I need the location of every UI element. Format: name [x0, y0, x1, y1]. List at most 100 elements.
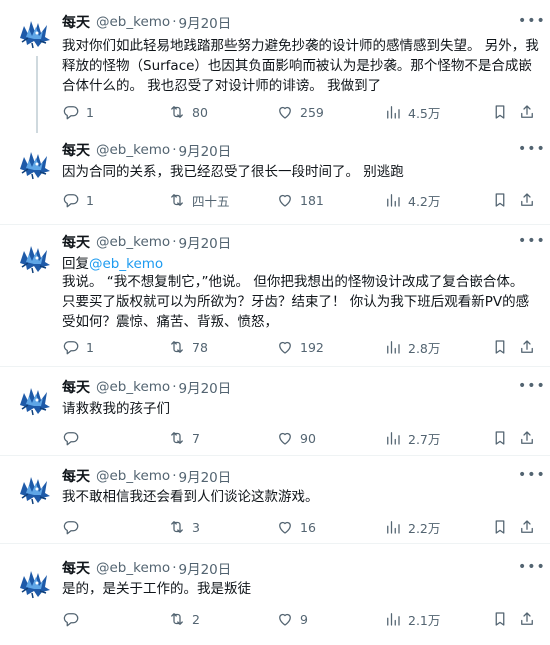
tweet[interactable]: 每天 @eb_kemo · 9月20日 ••• 我对你们如此轻易地践踏那些努力避…	[0, 0, 550, 133]
author-handle[interactable]: @eb_kemo	[96, 379, 170, 395]
author-handle[interactable]: @eb_kemo	[96, 468, 170, 484]
view-count: 2.8万	[408, 340, 441, 356]
reply-button[interactable]: 1	[62, 337, 94, 357]
author-name[interactable]: 每天	[62, 140, 90, 160]
share-icon	[518, 518, 536, 536]
author-name[interactable]: 每天	[62, 12, 90, 32]
heart-icon	[276, 429, 294, 447]
reply-to-mention[interactable]: @eb_kemo	[89, 256, 163, 272]
tweet-date[interactable]: 9月20日	[178, 232, 231, 252]
retweet-button[interactable]: 78	[168, 337, 208, 357]
retweet-button[interactable]: 80	[168, 102, 208, 122]
share-icon	[518, 338, 536, 356]
author-name[interactable]: 每天	[62, 466, 90, 486]
retweet-button[interactable]: 3	[168, 517, 200, 537]
tweet[interactable]: 每天 @eb_kemo · 9月20日 ••• 我不敢相信我还会看到人们谈论这款…	[0, 456, 550, 544]
tweet-text: 我说。 “我不想复制它，”他说。 但你把我想出的怪物设计改成了复合嵌合体。 只要…	[62, 274, 530, 330]
tweet[interactable]: 每天 @eb_kemo · 9月20日 ••• 是的，是关于工作的。我是叛徒 2…	[0, 544, 550, 645]
bookmark-icon	[491, 610, 509, 628]
heart-icon	[276, 191, 294, 209]
author-handle[interactable]: @eb_kemo	[96, 560, 170, 576]
tweet-date[interactable]: 9月20日	[178, 558, 231, 578]
like-button[interactable]: 9	[276, 609, 308, 629]
reply-button[interactable]: 1	[62, 190, 94, 210]
separator-dot: ·	[172, 379, 177, 395]
tweet[interactable]: 每天 @eb_kemo · 9月20日 ••• 请救救我的孩子们 7 90 2.7万	[0, 367, 550, 456]
like-count: 16	[300, 519, 316, 535]
views-button[interactable]: 4.2万	[384, 190, 440, 210]
reply-button[interactable]	[62, 517, 86, 537]
tweet-date[interactable]: 9月20日	[178, 377, 231, 397]
like-button[interactable]: 259	[276, 102, 324, 122]
avatar[interactable]	[14, 12, 54, 52]
reply-context: 回复@eb_kemo	[62, 254, 540, 274]
more-icon[interactable]: •••	[518, 379, 545, 397]
more-icon[interactable]: •••	[518, 142, 545, 160]
share-button[interactable]	[518, 337, 536, 357]
tweet[interactable]: 每天 @eb_kemo · 9月20日 ••• 回复@eb_kemo 我说。 “…	[0, 225, 550, 367]
more-icon[interactable]: •••	[518, 14, 545, 32]
tweet[interactable]: 每天 @eb_kemo · 9月20日 ••• 因为合同的关系，我已经忍受了很长…	[0, 133, 550, 225]
retweet-button[interactable]: 四十五	[168, 190, 230, 210]
views-icon	[384, 518, 402, 536]
reply-button[interactable]	[62, 609, 86, 629]
reply-button[interactable]	[62, 428, 86, 448]
avatar-image	[14, 237, 54, 277]
author-name[interactable]: 每天	[62, 558, 90, 578]
bookmark-button[interactable]	[491, 102, 509, 122]
more-icon[interactable]: •••	[518, 560, 545, 578]
author-handle[interactable]: @eb_kemo	[96, 14, 170, 30]
like-button[interactable]: 192	[276, 337, 324, 357]
author-handle[interactable]: @eb_kemo	[96, 142, 170, 158]
avatar-image	[14, 468, 54, 508]
retweet-button[interactable]: 2	[168, 609, 200, 629]
tweet-date[interactable]: 9月20日	[178, 140, 231, 160]
rt-count: 四十五	[192, 193, 230, 209]
like-count: 259	[300, 104, 324, 120]
reply-icon	[62, 338, 80, 356]
bookmark-button[interactable]	[491, 428, 509, 448]
views-button[interactable]: 2.8万	[384, 337, 440, 357]
tweet-date[interactable]: 9月20日	[178, 12, 231, 32]
heart-icon	[276, 518, 294, 536]
share-button[interactable]	[518, 428, 536, 448]
views-button[interactable]: 2.2万	[384, 517, 440, 537]
author-name[interactable]: 每天	[62, 377, 90, 397]
tweet-date[interactable]: 9月20日	[178, 466, 231, 486]
share-button[interactable]	[518, 609, 536, 629]
rt-count: 78	[192, 339, 208, 355]
avatar[interactable]	[14, 143, 54, 183]
tweet-header: 每天 @eb_kemo · 9月20日	[62, 140, 231, 160]
tweet-actions: 1 80 259 4.5万	[58, 102, 544, 122]
bookmark-button[interactable]	[491, 517, 509, 537]
author-name[interactable]: 每天	[62, 232, 90, 252]
reply-button[interactable]: 1	[62, 102, 94, 122]
separator-dot: ·	[172, 14, 177, 30]
avatar[interactable]	[14, 237, 54, 277]
like-button[interactable]: 181	[276, 190, 324, 210]
more-icon[interactable]: •••	[518, 234, 545, 252]
views-button[interactable]: 4.5万	[384, 102, 440, 122]
retweet-button[interactable]: 7	[168, 428, 200, 448]
views-icon	[384, 191, 402, 209]
more-icon[interactable]: •••	[518, 468, 545, 486]
views-button[interactable]: 2.7万	[384, 428, 440, 448]
tweet-actions: 2 9 2.1万	[58, 609, 544, 629]
author-handle[interactable]: @eb_kemo	[96, 234, 170, 250]
reply-count: 1	[86, 192, 94, 208]
bookmark-button[interactable]	[491, 609, 509, 629]
bookmark-icon	[491, 429, 509, 447]
like-button[interactable]: 16	[276, 517, 316, 537]
share-button[interactable]	[518, 102, 536, 122]
avatar[interactable]	[14, 468, 54, 508]
bookmark-button[interactable]	[491, 337, 509, 357]
share-button[interactable]	[518, 517, 536, 537]
heart-icon	[276, 338, 294, 356]
share-button[interactable]	[518, 190, 536, 210]
bookmark-button[interactable]	[491, 190, 509, 210]
avatar[interactable]	[14, 379, 54, 419]
avatar[interactable]	[14, 562, 54, 602]
bookmark-icon	[491, 103, 509, 121]
like-button[interactable]: 90	[276, 428, 316, 448]
views-button[interactable]: 2.1万	[384, 609, 440, 629]
